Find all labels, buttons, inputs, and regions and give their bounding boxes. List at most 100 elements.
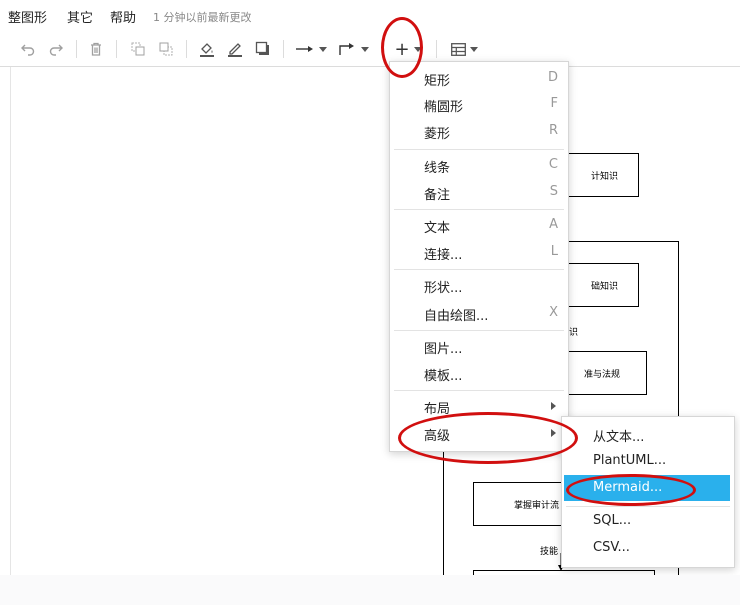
menu-item-from-text[interactable]: 从文本... — [562, 421, 734, 447]
node-label: 掌握审计流 — [514, 500, 560, 511]
diagram-node[interactable]: 础知识 — [557, 263, 639, 307]
menu-separator — [394, 269, 564, 270]
shortcut-label: L — [550, 244, 558, 259]
menu-item-label: SQL... — [593, 513, 632, 528]
shadow-icon — [255, 41, 269, 55]
line-color-button[interactable] — [224, 38, 246, 60]
redo-icon — [49, 44, 63, 56]
to-back-button[interactable] — [156, 38, 176, 60]
waypoints-icon — [339, 43, 354, 55]
table-icon — [450, 42, 466, 56]
chevron-down-icon — [469, 46, 478, 52]
diagram-node[interactable]: 计知识 — [557, 153, 639, 197]
menu-item-link[interactable]: 连接... L — [390, 239, 568, 265]
menu-item-label: 文本 — [424, 221, 451, 236]
waypoints-button[interactable] — [334, 38, 372, 60]
menu-separator — [394, 209, 564, 210]
redo-button[interactable] — [46, 38, 66, 60]
menu-item-label: PlantUML... — [593, 453, 667, 468]
node-label: 础知识 — [590, 281, 618, 292]
insert-button[interactable]: + — [392, 38, 424, 60]
toolbar-separator — [436, 40, 437, 58]
toolbar-separator — [76, 40, 77, 58]
insert-icon: + — [394, 38, 410, 60]
delete-icon — [91, 42, 101, 56]
delete-button[interactable] — [86, 38, 106, 60]
shortcut-label: A — [549, 217, 558, 232]
menu-item-freehand[interactable]: 自由绘图... X — [390, 300, 568, 326]
menu-extras[interactable]: 其它 — [67, 7, 93, 26]
menu-item-label: 高级 — [424, 429, 451, 444]
menu-item-advanced[interactable]: 高级 — [390, 420, 568, 446]
menu-item-label: 形状... — [424, 281, 463, 296]
shortcut-label: F — [550, 96, 558, 111]
toolbar-separator — [283, 40, 284, 58]
advanced-submenu: 从文本... PlantUML... Mermaid... SQL... CSV… — [561, 416, 735, 568]
connection-style-button[interactable] — [292, 38, 330, 60]
menu-item-rectangle[interactable]: 矩形 D — [390, 65, 568, 91]
menu-item-label: 线条 — [424, 161, 451, 176]
shadow-button[interactable] — [252, 38, 274, 60]
menu-arrange[interactable]: 整图形 — [8, 7, 47, 26]
page-footer — [0, 575, 740, 605]
shortcut-label: R — [548, 123, 558, 138]
menu-separator — [394, 149, 564, 150]
menu-item-note[interactable]: 备注 S — [390, 179, 568, 205]
node-label: 准与法规 — [583, 369, 620, 380]
menu-separator — [566, 506, 730, 507]
toolbar-separator — [116, 40, 117, 58]
undo-button[interactable] — [18, 38, 38, 60]
connection-icon — [296, 46, 313, 52]
diagram-node[interactable]: 准与法规 — [557, 351, 647, 395]
menu-item-label: 从文本... — [593, 430, 645, 445]
menu-item-template[interactable]: 模板... — [390, 360, 568, 386]
menu-item-label: 矩形 — [424, 74, 451, 89]
menu-separator — [394, 330, 564, 331]
edge-label: 识 — [569, 328, 579, 338]
menu-item-csv[interactable]: CSV... — [562, 535, 734, 561]
menu-item-label: 椭圆形 — [424, 100, 464, 115]
menu-item-sql[interactable]: SQL... — [562, 508, 734, 534]
menu-item-label: 布局 — [424, 402, 451, 417]
menu-item-label: 自由绘图... — [424, 309, 489, 324]
node-label: 计知识 — [590, 171, 618, 182]
line-color-icon — [228, 43, 242, 57]
shortcut-label: D — [547, 70, 558, 85]
to-back-icon — [159, 42, 172, 55]
undo-icon — [21, 44, 35, 56]
toolbar-separator — [382, 40, 383, 58]
menu-item-label: CSV... — [593, 540, 630, 555]
menu-item-text[interactable]: 文本 A — [390, 212, 568, 238]
toolbar: + — [0, 32, 740, 67]
table-button[interactable] — [446, 38, 482, 60]
chevron-down-icon — [413, 46, 422, 52]
menu-item-ellipse[interactable]: 椭圆形 F — [390, 91, 568, 117]
chevron-down-icon — [319, 46, 327, 52]
menu-item-label: 图片... — [424, 342, 463, 357]
menu-bar: 整图形 其它 帮助 1 分钟以前最新更改 — [0, 0, 740, 30]
menu-item-layout[interactable]: 布局 — [390, 393, 568, 419]
menu-item-label: 模板... — [424, 369, 463, 384]
to-front-icon — [131, 42, 144, 55]
menu-item-shapes[interactable]: 形状... — [390, 272, 568, 298]
menu-item-image[interactable]: 图片... — [390, 333, 568, 359]
insert-menu: 矩形 D 椭圆形 F 菱形 R 线条 C 备注 S 文本 A 连接... L 形状... 自由… — [389, 61, 569, 452]
menu-item-label: 菱形 — [424, 127, 451, 142]
menu-item-label: Mermaid... — [593, 480, 663, 495]
fill-color-icon — [200, 43, 214, 57]
menu-separator — [394, 390, 564, 391]
fill-color-button[interactable] — [196, 38, 218, 60]
menu-item-plantuml[interactable]: PlantUML... — [562, 448, 734, 474]
toolbar-separator — [186, 40, 187, 58]
chevron-right-icon — [551, 402, 556, 410]
shortcut-label: X — [549, 305, 558, 320]
menu-item-label: 连接... — [424, 248, 463, 263]
save-status: 1 分钟以前最新更改 — [153, 11, 252, 24]
menu-item-rhombus[interactable]: 菱形 R — [390, 118, 568, 144]
to-front-button[interactable] — [128, 38, 148, 60]
chevron-right-icon — [551, 429, 556, 437]
menu-item-mermaid[interactable]: Mermaid... — [564, 475, 730, 501]
menu-help[interactable]: 帮助 — [110, 7, 136, 26]
chevron-down-icon — [361, 46, 369, 52]
menu-item-line[interactable]: 线条 C — [390, 152, 568, 178]
